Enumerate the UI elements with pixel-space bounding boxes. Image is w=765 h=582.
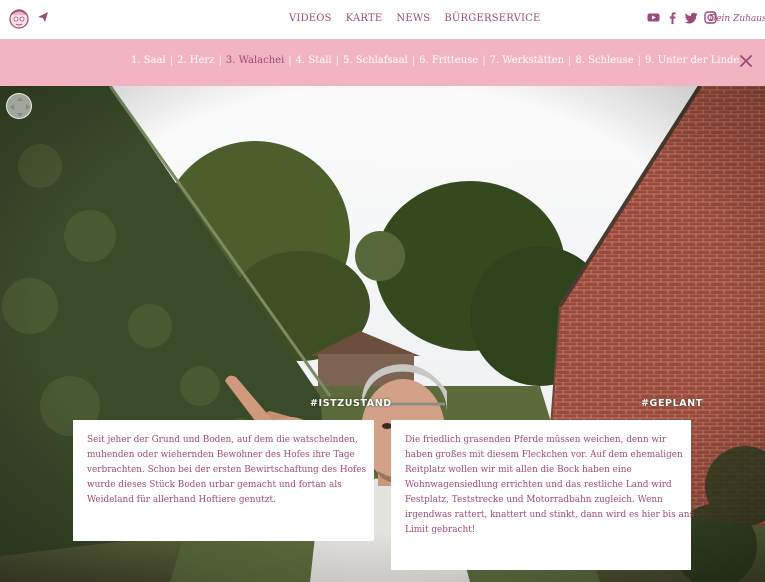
send-icon[interactable] bbox=[37, 11, 49, 23]
card-text-line: Limit gebracht! bbox=[405, 525, 476, 535]
card-text-line: wurde dieses Stück Boden urbar gemacht u… bbox=[87, 480, 342, 490]
chapter-bar: 1. Saal | 2. Herz | 3. Walachei | 4. Stall | 5. … bbox=[0, 39, 765, 86]
card-text-line: Seit jeher der Grund und Boden, auf dem … bbox=[87, 435, 358, 445]
move-arrows-icon bbox=[10, 97, 30, 117]
chapter-item[interactable]: 1. Saal bbox=[131, 55, 166, 66]
nav-karte[interactable]: KARTE bbox=[346, 13, 383, 24]
chapter-item[interactable]: 2. Herz bbox=[177, 55, 214, 66]
chapter-list: 1. Saal | 2. Herz | 3. Walachei | 4. Stall | 5. … bbox=[131, 55, 739, 66]
logo-mascot-icon[interactable] bbox=[8, 6, 30, 32]
hashtag-geplant[interactable]: #GEPLANT bbox=[641, 398, 703, 409]
card-text-line: Weideland für allerhand Hoftiere genutzt… bbox=[87, 495, 276, 505]
chapter-separator: | bbox=[169, 55, 174, 66]
pan-control[interactable] bbox=[6, 93, 32, 119]
social-links bbox=[647, 11, 717, 24]
card-text-line: Die friedlich grasenden Pferde müssen we… bbox=[405, 435, 667, 445]
card-text-line: Festplatz, Teststrecke und Motorradbahn … bbox=[405, 495, 663, 505]
facebook-icon[interactable] bbox=[666, 11, 679, 24]
card-text-line: Reitplatz wollen wir mit allen die Bock … bbox=[405, 465, 632, 475]
chapter-separator: | bbox=[411, 55, 416, 66]
nav-videos[interactable]: VIDEOS bbox=[289, 13, 332, 24]
hashtag-istzustand[interactable]: #ISTZUSTAND bbox=[310, 398, 392, 409]
chapter-item[interactable]: 7. Werkstätten bbox=[490, 55, 564, 66]
chapter-separator: | bbox=[637, 55, 641, 66]
card-text-line: irgendwas rattert, knattert und stinkt, … bbox=[405, 510, 695, 520]
twitter-icon[interactable] bbox=[685, 11, 698, 24]
card-text-line: verbrachten. Schon bei der ersten Bewirt… bbox=[87, 465, 367, 475]
chapter-separator: | bbox=[568, 55, 572, 66]
nav-news[interactable]: NEWS bbox=[396, 13, 430, 24]
chapter-item[interactable]: 8. Schleuse bbox=[575, 55, 633, 66]
tagline[interactable]: Dein Zuhause bbox=[709, 14, 765, 24]
text-card-current-state: Seit jeher der Grund und Boden, auf dem … bbox=[73, 420, 374, 541]
chapter-separator: | bbox=[482, 55, 486, 66]
chapter-separator: | bbox=[218, 55, 222, 66]
card-text-line: haben großes mit diesem Fleckchen vor. A… bbox=[405, 450, 683, 460]
chapter-item[interactable]: 4. Stall bbox=[296, 55, 332, 66]
chapter-item[interactable]: 3. Walachei bbox=[226, 55, 284, 66]
nav-buergerservice[interactable]: BÜRGERSERVICE bbox=[444, 13, 540, 24]
card-text-line: Wohnwagensiedlung errichten und das rest… bbox=[405, 480, 672, 490]
youtube-icon[interactable] bbox=[647, 11, 660, 24]
chapter-item[interactable]: 6. Fritteuse bbox=[419, 55, 478, 66]
close-icon[interactable] bbox=[740, 55, 752, 67]
top-navigation: VIDEOS KARTE NEWS BÜRGERSERVICE Dein Zuh… bbox=[0, 0, 765, 39]
chapter-item[interactable]: 9. Unter der Linde bbox=[645, 55, 739, 66]
chapter-item[interactable]: 5. Schlafsaal bbox=[343, 55, 408, 66]
chapter-separator: | bbox=[335, 55, 339, 66]
text-card-planned: Die friedlich grasenden Pferde müssen we… bbox=[391, 420, 695, 570]
main-menu: VIDEOS KARTE NEWS BÜRGERSERVICE bbox=[289, 13, 541, 24]
chapter-separator: | bbox=[288, 55, 292, 66]
card-text-line: muhenden oder wiehernden Bewohner des Ho… bbox=[87, 450, 355, 460]
